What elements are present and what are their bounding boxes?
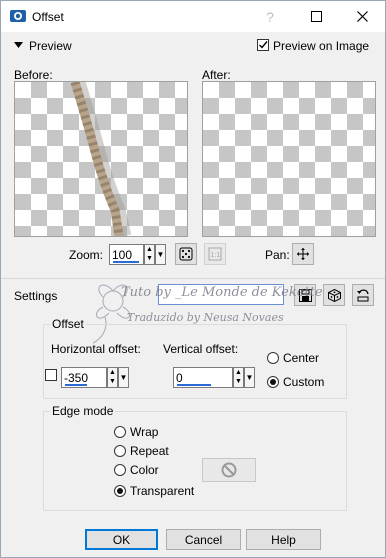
link-offsets-checkbox[interactable] [45,369,57,381]
reset-icon [357,288,369,301]
zoom-actual-button[interactable]: 1:1 [204,243,226,265]
horizontal-offset-field[interactable]: ▲▼ ▼ [61,367,129,388]
zoom-fit-button[interactable] [175,243,197,265]
center-label: Center [283,351,320,365]
zoom-fit-icon [179,247,193,261]
zoom-underline [113,261,139,263]
ok-button[interactable]: OK [85,529,158,550]
no-entry-icon [221,462,237,478]
watermark-line2: Traduzido by Neusa Novaes [127,311,284,324]
pan-button[interactable] [292,243,314,265]
watermark-line1: Tuto by _Le Monde de Kekette [121,285,323,300]
pan-label: Pan: [265,248,290,262]
offset-group-title: Offset [50,317,86,331]
zoom-label: Zoom: [69,248,104,262]
horizontal-offset-dropdown-icon[interactable]: ▼ [118,367,129,388]
help-button[interactable]: Help [246,529,321,550]
transparent-label: Transparent [130,484,195,498]
preview-label: Preview [29,39,72,53]
reset-button[interactable] [352,284,374,306]
horizontal-offset-input[interactable] [64,370,104,385]
repeat-label: Repeat [130,444,169,458]
edge-mode-group: Edge mode [43,404,347,511]
horizontal-offset-label: Horizontal offset: [51,342,141,356]
randomize-button[interactable] [323,284,345,306]
close-icon[interactable] [339,1,385,32]
zoom-1to1-icon: 1:1 [208,247,222,261]
move-icon [297,248,309,260]
vertical-underline [177,384,211,386]
vertical-offset-label: Vertical offset: [163,342,239,356]
before-label: Before: [14,68,53,82]
zoom-input[interactable] [112,247,142,262]
settings-label: Settings [14,289,58,303]
zoom-field[interactable]: ▲▼ ▼ [109,244,166,265]
color-label: Color [130,463,159,477]
color-swatch[interactable] [202,458,256,482]
vertical-offset-spinner[interactable]: ▲ ▼ [233,367,244,388]
transparent-radio[interactable] [114,485,126,497]
color-radio[interactable] [114,464,126,476]
wrap-label: Wrap [130,425,159,439]
dice-icon [327,288,341,302]
preview-on-image-label: Preview on Image [273,39,370,53]
triangle-down-icon [14,42,23,48]
vertical-offset-input[interactable] [176,370,230,385]
checkmark-icon [259,41,268,49]
maximize-icon[interactable] [293,1,339,32]
cancel-button[interactable]: Cancel [166,529,241,550]
app-icon [10,10,26,22]
horizontal-underline [65,384,87,386]
horizontal-offset-spinner[interactable]: ▲ ▼ [107,367,118,388]
offset-dialog: Offset ? Preview Preview on Image Before… [0,0,386,558]
wrap-radio[interactable] [114,426,126,438]
before-preview[interactable] [14,81,188,237]
after-label: After: [202,68,231,82]
after-preview[interactable] [202,81,376,237]
custom-radio[interactable] [267,376,279,388]
center-radio[interactable] [267,352,279,364]
svg-text:1:1: 1:1 [211,252,221,259]
preview-on-image-checkbox[interactable] [257,39,269,51]
help-icon[interactable]: ? [247,1,293,32]
title-bar: Offset ? [1,1,385,32]
divider [1,278,385,279]
vertical-offset-field[interactable]: ▲▼ ▼ [173,367,255,388]
zoom-dropdown-icon[interactable]: ▼ [155,244,166,265]
custom-label: Custom [283,375,325,389]
window-title: Offset [32,10,64,24]
zoom-spinner[interactable]: ▲ ▼ [144,244,155,265]
repeat-radio[interactable] [114,445,126,457]
rope-image [70,82,132,236]
edge-mode-group-title: Edge mode [50,404,116,418]
vertical-offset-dropdown-icon[interactable]: ▼ [244,367,255,388]
